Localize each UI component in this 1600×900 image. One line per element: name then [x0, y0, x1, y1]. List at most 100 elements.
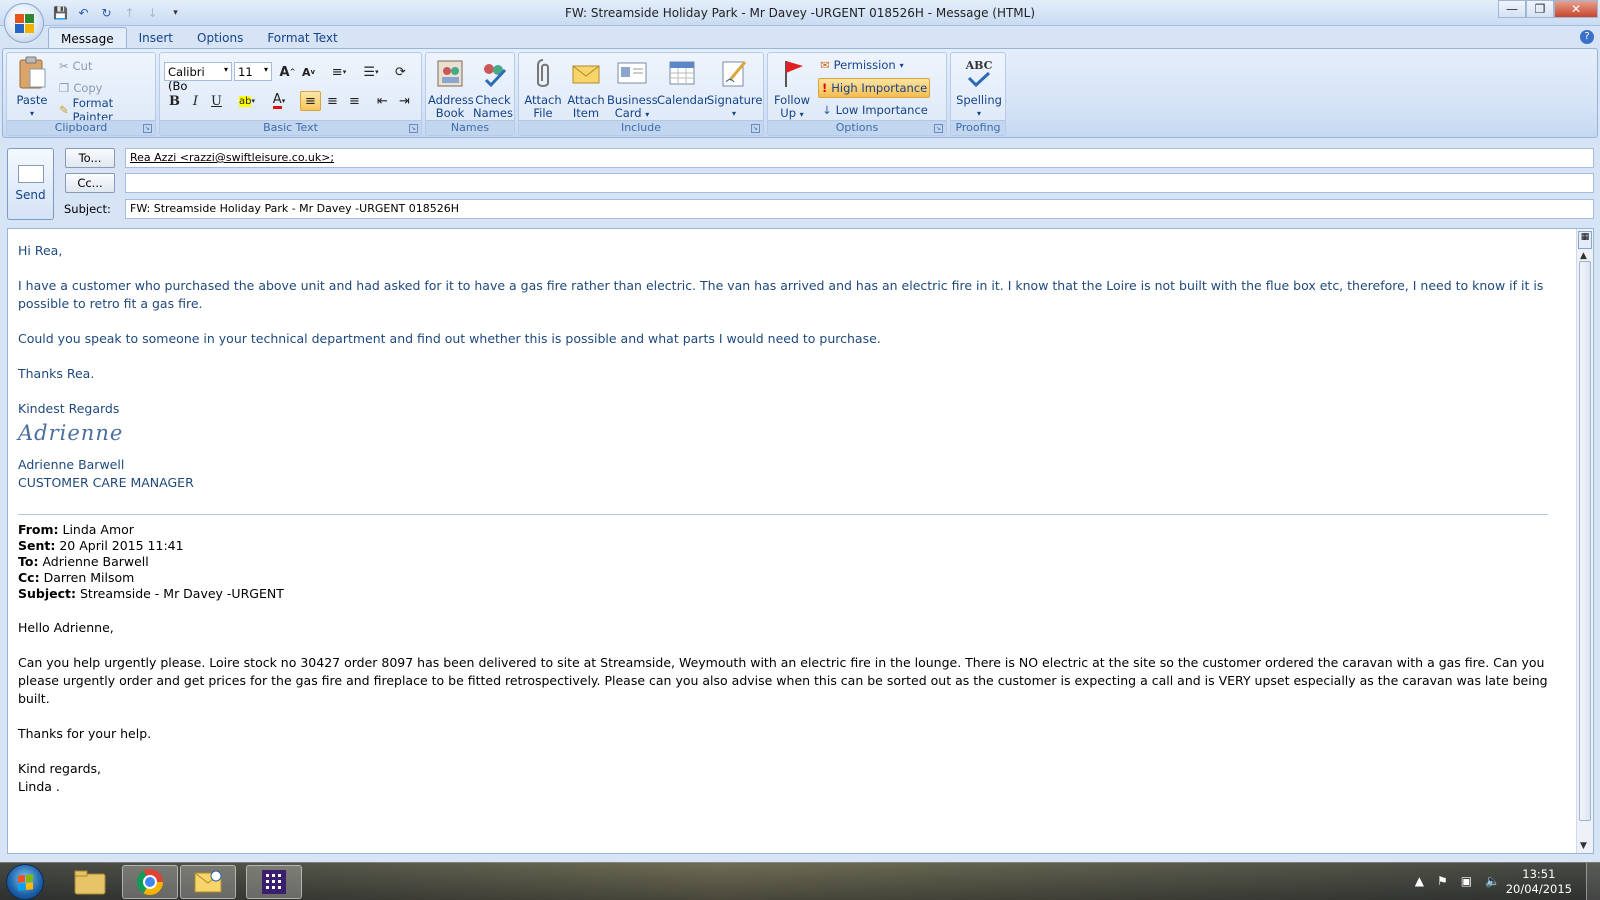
attach-item-button[interactable]: Attach Item: [565, 56, 607, 120]
underline-icon[interactable]: U: [206, 91, 227, 111]
increase-indent-icon[interactable]: ⇥: [394, 91, 415, 111]
tab-format-text[interactable]: Format Text: [255, 27, 349, 49]
options-group-label: Options: [768, 120, 946, 135]
high-importance-button[interactable]: ! High Importance: [822, 79, 927, 97]
quote-divider: [18, 514, 1548, 515]
follow-up-button[interactable]: Follow Up ▾: [770, 56, 814, 121]
address-book-label-2: Book: [435, 106, 465, 120]
signature-dropdown-icon: ▾: [731, 109, 736, 118]
window-controls: — ❐ ✕: [1498, 0, 1598, 18]
show-hidden-icons-icon[interactable]: ▲: [1415, 874, 1424, 888]
scissors-icon: ✂: [59, 59, 69, 73]
highlight-icon[interactable]: ab ▾: [232, 91, 262, 111]
folder-icon: [74, 870, 106, 895]
spelling-dropdown-icon: ▾: [976, 109, 981, 118]
cc-button[interactable]: Cc...: [65, 173, 115, 193]
format-painter-button[interactable]: ✎ Format Painter: [59, 96, 155, 124]
send-label: Send: [15, 188, 46, 202]
minimize-button[interactable]: —: [1498, 0, 1526, 18]
action-center-flag-icon[interactable]: ⚑: [1437, 874, 1448, 888]
send-envelope-icon: [17, 165, 44, 183]
follow-up-label-2: Up ▾: [780, 106, 804, 120]
office-button[interactable]: [4, 3, 44, 43]
permission-label: Permission: [833, 58, 896, 72]
volume-icon[interactable]: 🔈: [1485, 874, 1500, 888]
font-name-combo[interactable]: Calibri (Bo ▾: [164, 62, 232, 93]
subject-field[interactable]: FW: Streamside Holiday Park - Mr Davey -…: [125, 199, 1594, 219]
clipboard-launcher-icon[interactable]: ↘: [143, 124, 152, 133]
taskbar-outlook[interactable]: [180, 865, 236, 899]
system-tray: ▲ ⚑ ▣ 🔈: [1415, 874, 1500, 888]
calendar-label: Calendar: [657, 93, 709, 107]
check-names-icon: [476, 56, 510, 90]
numbering-icon[interactable]: ☰ ▾: [357, 62, 385, 82]
signature-button[interactable]: Signature ▾: [707, 56, 762, 120]
send-button[interactable]: Send: [7, 148, 54, 220]
to-field[interactable]: Rea Azzi <razzi@swiftleisure.co.uk>;: [125, 148, 1594, 168]
clock-time: 13:51: [1522, 867, 1556, 881]
message-body-editor[interactable]: Hi Rea, I have a customer who purchased …: [7, 228, 1594, 854]
cut-label: Cut: [72, 59, 93, 73]
align-left-icon[interactable]: ≡: [300, 91, 321, 111]
paste-button[interactable]: Paste ▾: [11, 56, 53, 120]
options-launcher-icon[interactable]: ↘: [934, 124, 943, 133]
grow-font-icon[interactable]: A ^: [277, 62, 298, 82]
maximize-button[interactable]: ❐: [1526, 0, 1554, 18]
attach-file-button[interactable]: Attach File: [521, 56, 565, 120]
basic-text-group: Calibri (Bo ▾ 11 ▾ A ^ Av ≡ ▾ ☰ ▾ ⟳ B I U ab ▾…: [159, 52, 422, 136]
basic-text-group-label: Basic Text: [160, 120, 421, 135]
bullets-icon[interactable]: ≡ ▾: [325, 62, 353, 82]
tab-options[interactable]: Options: [185, 27, 255, 49]
help-icon[interactable]: ?: [1580, 30, 1594, 44]
align-center-icon[interactable]: ≡: [322, 91, 343, 111]
copy-button[interactable]: ❐ Copy: [59, 79, 102, 97]
cut-button[interactable]: ✂ Cut: [59, 57, 92, 75]
office-logo-icon: [14, 13, 34, 33]
bold-icon[interactable]: B: [164, 91, 185, 111]
clear-formatting-icon[interactable]: ⟳: [390, 62, 411, 82]
start-button[interactable]: [6, 864, 44, 900]
windows-taskbar: ▲ ⚑ ▣ 🔈 13:51 20/04/2015: [0, 862, 1600, 900]
font-color-icon[interactable]: A ▾: [264, 91, 294, 111]
taskbar-explorer[interactable]: [62, 865, 118, 899]
permission-button[interactable]: ✉ Permission ▾: [820, 56, 904, 74]
taskbar-chrome[interactable]: [122, 865, 178, 899]
cc-field[interactable]: [125, 173, 1594, 193]
shrink-font-icon[interactable]: Av: [298, 62, 319, 82]
quoted-regards: Kind regards,: [18, 761, 101, 776]
paintbrush-icon: ✎: [59, 103, 69, 117]
tab-insert[interactable]: Insert: [127, 27, 185, 49]
body-paragraph-1: I have a customer who purchased the abov…: [18, 278, 1544, 311]
to-recipient[interactable]: Rea Azzi <razzi@swiftleisure.co.uk>;: [130, 151, 334, 164]
show-desktop-button[interactable]: [1586, 863, 1600, 900]
font-size-combo[interactable]: 11 ▾: [234, 62, 272, 81]
ruler-toggle-icon[interactable]: ▦: [1578, 231, 1592, 249]
taskbar-app[interactable]: [246, 865, 302, 899]
spelling-button[interactable]: ABC Spelling ▾: [953, 56, 1005, 120]
business-card-label-2: Card ▾: [614, 106, 650, 120]
align-right-icon[interactable]: ≡: [344, 91, 365, 111]
network-icon[interactable]: ▣: [1461, 874, 1472, 888]
quoted-subject: Subject: Streamside - Mr Davey -URGENT: [18, 586, 284, 601]
copy-label: Copy: [73, 81, 103, 95]
scroll-down-icon[interactable]: ▼: [1580, 841, 1587, 851]
include-launcher-icon[interactable]: ↘: [751, 124, 760, 133]
basic-text-launcher-icon[interactable]: ↘: [409, 124, 418, 133]
calendar-button[interactable]: Calendar: [657, 56, 709, 107]
business-card-button[interactable]: Business Card ▾: [607, 56, 658, 121]
tab-message[interactable]: Message: [48, 27, 127, 49]
names-group-label: Names: [426, 120, 514, 135]
clock[interactable]: 13:51 20/04/2015: [1506, 867, 1572, 897]
to-button[interactable]: To...: [65, 148, 115, 168]
address-book-button[interactable]: Address Book: [428, 56, 474, 120]
paste-icon: [15, 56, 49, 90]
vertical-scrollbar[interactable]: ▦ ▲ ▼: [1576, 229, 1593, 853]
check-names-button[interactable]: Check Names: [472, 56, 514, 120]
italic-icon[interactable]: I: [185, 91, 206, 111]
decrease-indent-icon[interactable]: ⇤: [372, 91, 393, 111]
font-size-value: 11: [238, 65, 253, 79]
scroll-thumb[interactable]: [1579, 261, 1591, 821]
scroll-up-icon[interactable]: ▲: [1580, 251, 1587, 261]
close-button[interactable]: ✕: [1554, 0, 1598, 18]
low-importance-button[interactable]: ↓ Low Importance: [822, 101, 928, 119]
